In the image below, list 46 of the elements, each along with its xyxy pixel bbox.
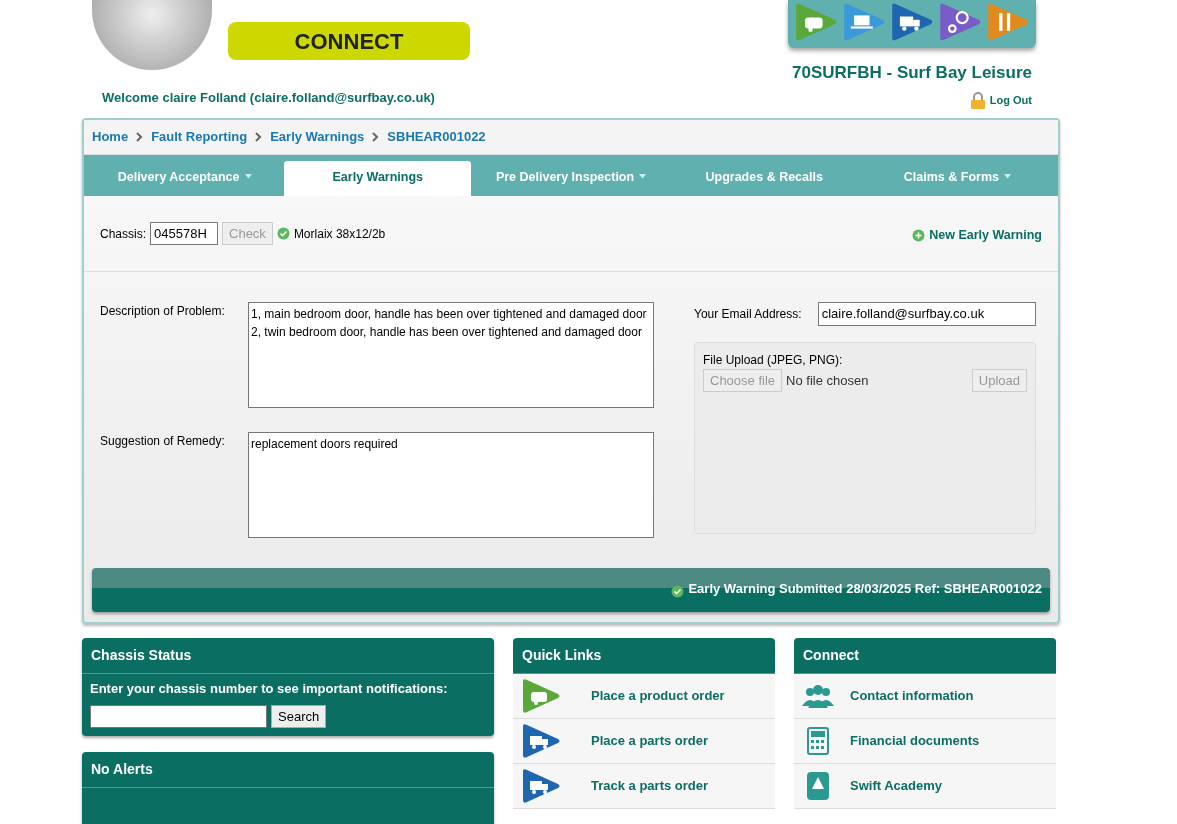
check-icon [671,585,685,598]
breadcrumb-link[interactable]: Fault Reporting [151,127,248,147]
check-icon [276,227,290,240]
breadcrumb-link[interactable]: SBHEAR001022 [387,127,486,147]
plus-icon [912,229,926,242]
chassis-field[interactable]: 045578H [150,221,218,246]
truck-icon[interactable] [890,2,934,42]
panel-title: No Alerts [82,752,494,788]
breadcrumb-link[interactable]: Early Warnings [270,127,365,147]
chevron-icon [372,132,380,142]
search-button[interactable]: Search [271,704,327,728]
chevron-icon [136,132,144,142]
upload-label: File Upload (JPEG, PNG): [703,351,844,369]
remedy-field[interactable]: replacement doors required [248,432,654,538]
email-field[interactable]: claire.folland@surfbay.co.uk [817,302,1036,326]
panel-title: Quick Links [513,638,775,674]
padlock-icon [969,91,986,109]
chassis-prompt: Enter your chassis number to see important notifications: [90,680,449,698]
model-name: Morlaix 38x12/2b [293,225,386,243]
logout-link[interactable]: Log Out [989,91,1032,109]
description-field[interactable]: 1, main bedroom door, handle has been over tightened and damaged door 2, twin bedroom door, handle has been over tightened and damaged door [248,302,654,408]
welcome-text: Welcome claire Folland (claire.folland@surfbay.co.uk) [102,89,436,107]
panel-title: Connect [794,638,1056,674]
quick-link[interactable]: Contact information [794,674,1056,719]
gears-icon[interactable] [938,2,982,42]
email-label: Your Email Address: [694,305,802,323]
quick-link[interactable]: Track a parts order [513,764,775,809]
people-icon [802,684,834,708]
remedy-label: Suggestion of Remedy: [100,433,226,450]
panel-title: Chassis Status [82,638,494,674]
chassis-search-field[interactable] [90,704,267,728]
status-message: Early Warning Submitted 28/03/2025 Ref: SBHEAR001022 [688,579,1042,598]
laptop-icon[interactable] [842,2,886,42]
no-file-text: No file chosen [786,371,869,390]
breadcrumb-link[interactable]: Home [92,127,129,147]
chevron-icon [255,132,263,142]
new-early-warning-link[interactable]: New Early Warning [912,226,1042,245]
quick-link[interactable]: Place a product order [513,674,775,719]
chassis-label: Chassis: [100,225,146,243]
logo-badge: CONNECT [228,22,470,60]
quick-link[interactable]: Financial documents [794,719,1056,764]
nav-tab[interactable]: Early Warnings [284,161,472,196]
description-label: Description of Problem: [100,303,226,320]
quick-link[interactable]: Place a parts order [513,719,775,764]
dealer-name: 70SURFBH - Surf Bay Leisure [792,62,1032,84]
quick-link[interactable]: Swift Academy [794,764,1056,809]
